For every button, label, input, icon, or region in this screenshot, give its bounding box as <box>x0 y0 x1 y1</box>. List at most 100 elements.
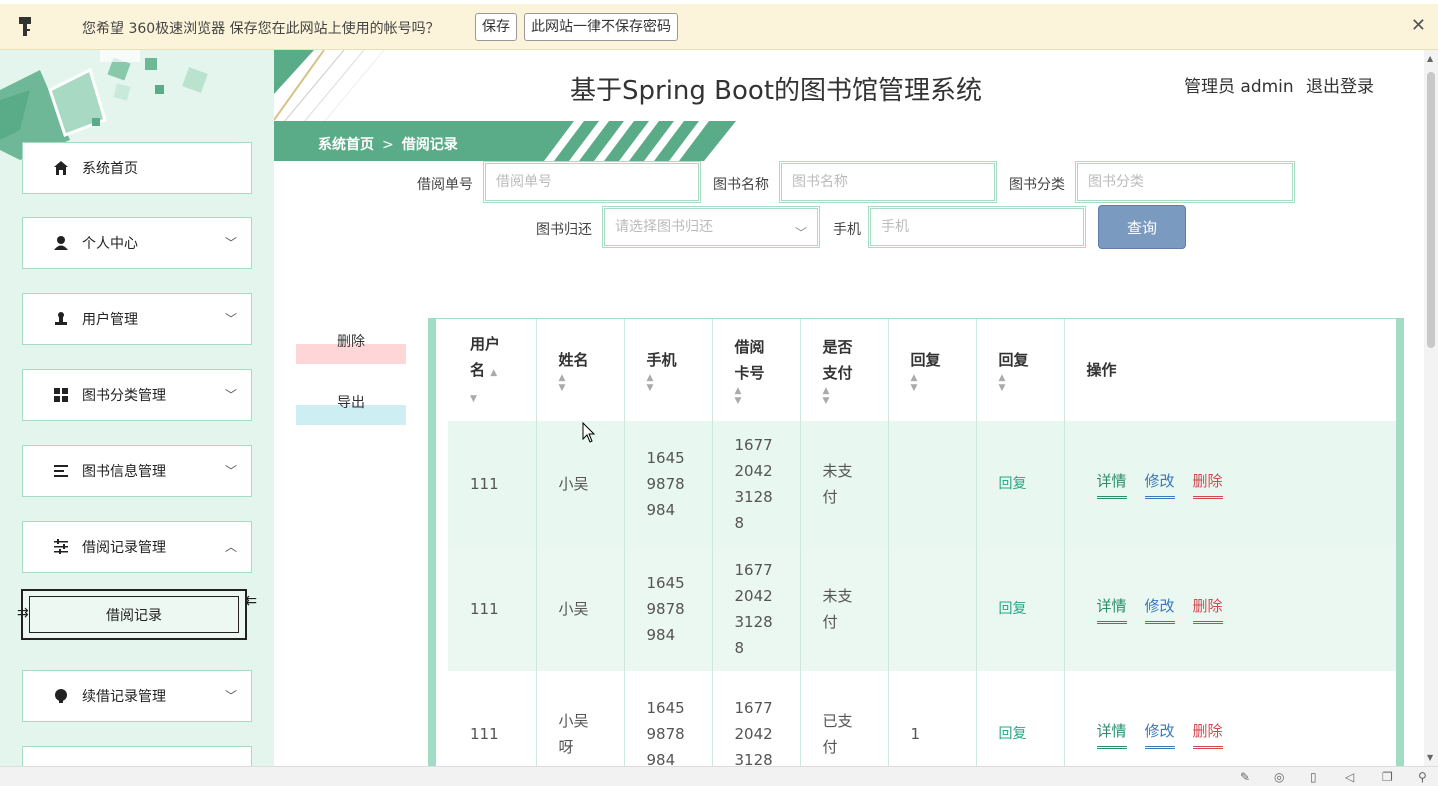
logout-link[interactable]: 退出登录 <box>1306 72 1374 97</box>
return-select[interactable]: 请选择图书归还 ﹀ <box>602 206 820 248</box>
chevron-down-icon: ﹀ <box>224 236 237 250</box>
subitem-frame <box>29 596 239 633</box>
cell-username: 111 <box>448 546 537 671</box>
close-icon[interactable]: ✕ <box>1411 15 1426 36</box>
remove-link[interactable]: 删除 <box>1192 468 1223 499</box>
col-reply[interactable]: 回复 ▲ ▼ <box>888 319 977 421</box>
chevron-down-icon: ﹀ <box>224 464 237 478</box>
cell-reply-link: 回复 <box>976 421 1065 546</box>
sort-icon[interactable]: ▲ ▼ <box>559 373 624 393</box>
trash-icon[interactable]: ▯ <box>1310 770 1317 784</box>
save-password-button[interactable]: 保存 <box>475 13 517 41</box>
cell-name: 小吴 <box>536 546 625 671</box>
detail-link[interactable]: 详情 <box>1096 718 1127 749</box>
scroll-thumb[interactable] <box>1427 72 1435 348</box>
sidebar-item-home[interactable]: 系统首页 <box>22 142 252 194</box>
header-decoration <box>274 50 385 122</box>
breadcrumb-home[interactable]: 系统首页 <box>318 137 374 153</box>
search-icon[interactable]: ⚲ <box>1418 770 1427 784</box>
cell-name: 小吴 <box>536 421 625 546</box>
sidebar: 系统首页 个人中心 ﹀ 用户管理 ﹀ 图书分类管理 ﹀ 图书信息管理 ﹀ 借阅记… <box>0 50 274 766</box>
table-row: 111 小吴呀 1645 9878 984 1677 2042 3128 已支付 1 回… <box>448 671 1396 766</box>
detail-link[interactable]: 详情 <box>1096 593 1127 624</box>
scroll-down-icon[interactable]: ▼ <box>1427 753 1433 762</box>
arrow-right-icon: ⇉ <box>17 605 29 621</box>
cell-card: 1677 2042 3128 8 <box>712 421 801 546</box>
remove-link[interactable]: 删除 <box>1192 593 1223 624</box>
detail-link[interactable]: 详情 <box>1096 468 1127 499</box>
cell-actions: 详情 修改 删除 <box>1064 546 1396 671</box>
bulb-icon <box>53 688 69 704</box>
cell-phone: 1645 9878 984 <box>624 546 713 671</box>
cell-actions: 详情 修改 删除 <box>1064 671 1396 766</box>
cell-username: 111 <box>448 421 537 546</box>
vertical-scrollbar[interactable]: ▲ ▼ <box>1424 50 1438 766</box>
cell-reply <box>888 546 977 671</box>
sidebar-item-personal-center[interactable]: 个人中心 ﹀ <box>22 217 252 269</box>
arrow-left-icon: ⇇ <box>245 593 257 609</box>
sort-icon[interactable]: ▲ ▼ <box>735 386 800 406</box>
speaker-icon[interactable]: ◁ <box>1345 770 1354 784</box>
sidebar-item-renew-records[interactable]: 续借记录管理 ﹀ <box>22 670 252 722</box>
sidebar-item-more[interactable] <box>22 746 252 766</box>
password-save-message: 您希望 360极速浏览器 保存您在此网站上使用的帐号吗？ <box>82 21 440 37</box>
list-icon <box>53 463 69 479</box>
browser-status-bar: ✎ ◎ ▯ ◁ ❐ ⚲ <box>0 766 1438 786</box>
cell-paid: 已支付 <box>800 671 889 766</box>
sidebar-item-book-category[interactable]: 图书分类管理 ﹀ <box>22 369 252 421</box>
reply-link[interactable]: 回复 <box>999 601 1027 617</box>
borrow-no-input[interactable]: 借阅单号 <box>483 161 701 203</box>
sidebar-item-user-management[interactable]: 用户管理 ﹀ <box>22 293 252 345</box>
edit-link[interactable]: 修改 <box>1144 468 1175 499</box>
sort-icon[interactable]: ▲ ▼ <box>647 373 712 393</box>
sidebar-subitem-borrow-record[interactable]: ⇉ 借阅记录 ⇇ <box>17 589 257 640</box>
reply-link[interactable]: 回复 <box>999 726 1027 742</box>
cell-phone: 1645 9878 984 <box>624 671 713 766</box>
col-paid[interactable]: 是否 支付 ▲ ▼ <box>800 319 889 421</box>
table-row: 111 小吴 1645 9878 984 1677 2042 3128 8 未支付 回复 … <box>448 546 1396 671</box>
col-name[interactable]: 姓名 ▲ ▼ <box>536 319 625 421</box>
records-table: 用户名 ▲ ▼ 姓名 ▲ ▼ 手机 ▲ ▼ 借阅 卡号 ▲ ▼ 是否 支付 ▲ ▼ 回复 ▲ ▼ 回复 ▲ ▼… <box>428 318 1404 766</box>
export-button[interactable]: 导出 <box>296 385 406 425</box>
breadcrumb-current: 借阅记录 <box>401 137 458 153</box>
grid-icon <box>53 387 69 403</box>
return-select-placeholder: 请选择图书归还 <box>615 219 713 235</box>
sort-icon[interactable]: ▲ ▼ <box>823 386 888 406</box>
edit-link[interactable]: 修改 <box>1144 718 1175 749</box>
borrow-no-label: 借阅单号 <box>417 177 473 193</box>
chevron-down-icon: ﹀ <box>224 388 237 402</box>
edit-link[interactable]: 修改 <box>1144 593 1175 624</box>
col-card-no[interactable]: 借阅 卡号 ▲ ▼ <box>712 319 801 421</box>
col-username[interactable]: 用户名 ▲ ▼ <box>448 319 537 421</box>
window-icon[interactable]: ❐ <box>1382 770 1393 784</box>
mouse-cursor-icon <box>582 422 596 443</box>
sidebar-item-borrow-records[interactable]: 借阅记录管理 ︿ <box>22 521 252 573</box>
book-category-input[interactable]: 图书分类 <box>1075 161 1295 203</box>
col-phone[interactable]: 手机 ▲ ▼ <box>624 319 713 421</box>
query-button[interactable]: 查询 <box>1098 205 1186 249</box>
book-name-label: 图书名称 <box>713 177 769 193</box>
breadcrumb: 系统首页 > 借阅记录 <box>318 134 458 154</box>
speed-icon[interactable]: ◎ <box>1274 770 1284 784</box>
sort-icon[interactable]: ▲ ▼ <box>999 373 1064 393</box>
sliders-icon <box>53 539 69 555</box>
sidebar-item-label: 个人中心 <box>82 236 138 252</box>
never-save-password-button[interactable]: 此网站一律不保存密码 <box>524 13 678 41</box>
book-name-input[interactable]: 图书名称 <box>779 161 997 203</box>
delete-button[interactable]: 删除 <box>296 324 406 364</box>
user-icon <box>53 235 69 251</box>
sidebar-item-book-info[interactable]: 图书信息管理 ﹀ <box>22 445 252 497</box>
pin-icon[interactable]: ✎ <box>1240 770 1250 784</box>
phone-input[interactable]: 手机 <box>868 206 1086 248</box>
reply-link[interactable]: 回复 <box>999 476 1027 492</box>
col-reply-2[interactable]: 回复 ▲ ▼ <box>976 319 1065 421</box>
remove-link[interactable]: 删除 <box>1192 718 1223 749</box>
home-icon <box>53 160 69 176</box>
cell-card: 1677 2042 3128 8 <box>712 546 801 671</box>
col-operations: 操作 <box>1064 319 1396 421</box>
chevron-up-icon: ︿ <box>224 540 237 554</box>
phone-label: 手机 <box>833 222 861 238</box>
sort-icon[interactable]: ▲ ▼ <box>911 373 976 393</box>
scroll-up-icon[interactable]: ▲ <box>1427 54 1433 63</box>
cell-paid: 未支付 <box>800 421 889 546</box>
